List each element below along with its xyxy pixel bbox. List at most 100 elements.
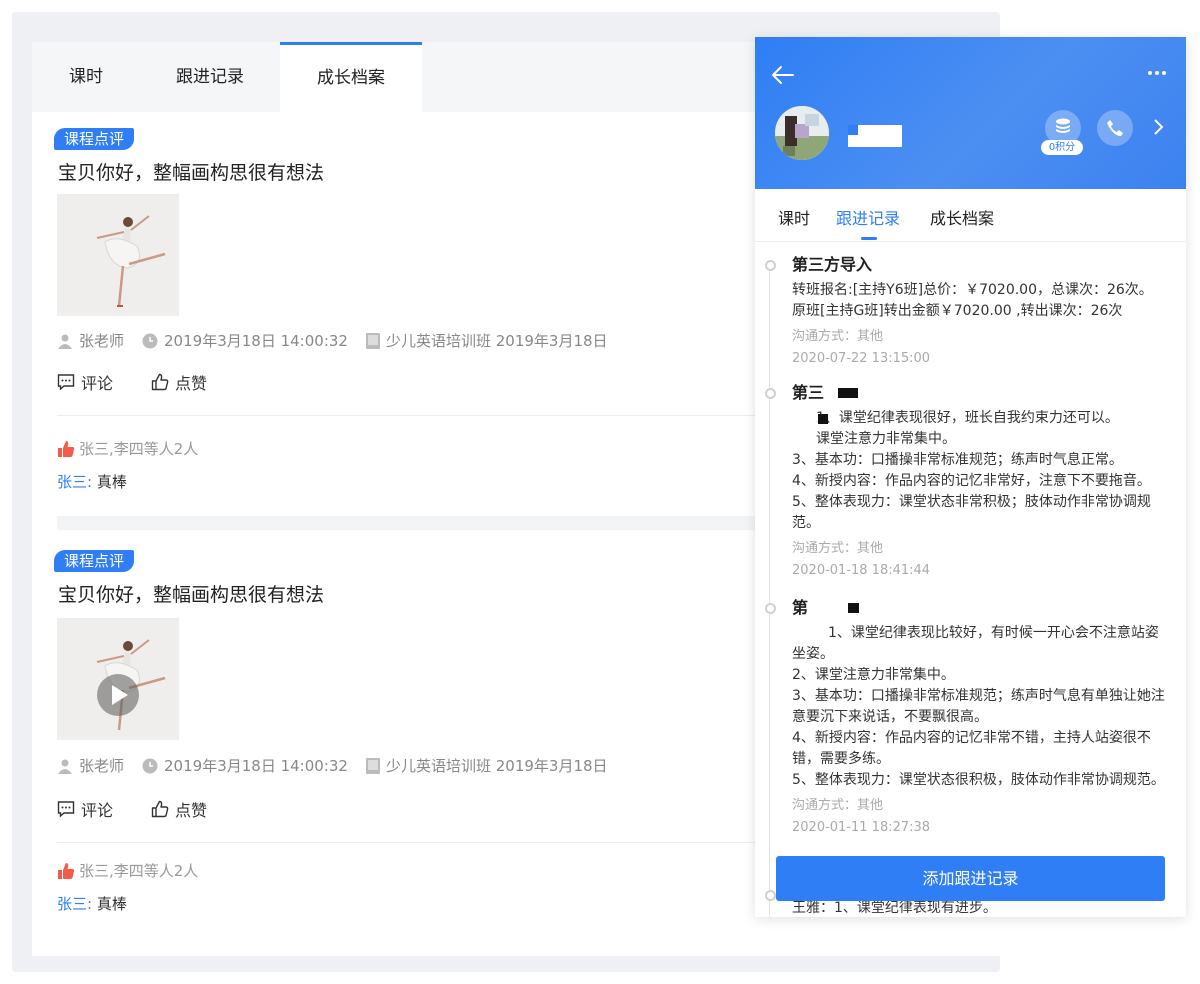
- comment-button[interactable]: 评论: [57, 797, 113, 821]
- entry-line: 2、课堂注意力非常集中。: [792, 667, 955, 683]
- course-review-badge: 课程点评: [54, 550, 135, 572]
- post-separator: [57, 516, 787, 530]
- call-button[interactable]: [1097, 110, 1133, 146]
- entry-line: 1、课堂纪律表现很好，班长自我约束力还可以。: [816, 410, 1119, 426]
- post-title: 宝贝你好，整幅画构思很有想法: [58, 584, 325, 606]
- post-meta: 张老师 2019年3月18日 14:00:32 少儿英语培训班 2019年3月1…: [57, 330, 608, 351]
- timeline-line: [769, 266, 770, 917]
- active-tab-indicator: [861, 237, 877, 240]
- thumbs-up-icon: [151, 373, 169, 391]
- comment-icon: [57, 374, 75, 391]
- post-photo[interactable]: [57, 194, 179, 316]
- comment-item: 张三: 真棒: [57, 893, 127, 914]
- phone-tab-follow-up[interactable]: 跟进记录: [836, 205, 900, 229]
- divider: [57, 415, 757, 416]
- author-name: 张老师: [79, 332, 125, 350]
- post-datetime: 2019年3月18日 14:00:32: [164, 757, 348, 775]
- clock-icon: [142, 758, 158, 773]
- clock-icon: [142, 333, 158, 348]
- chevron-right-icon[interactable]: [1152, 118, 1164, 136]
- post-actions: 评论 点赞: [57, 797, 245, 821]
- back-arrow-icon[interactable]: [771, 65, 795, 85]
- divider: [57, 842, 757, 843]
- entry-time: 2020-01-11 18:27:38: [792, 820, 931, 835]
- tab-growth-archive[interactable]: 成长档案: [280, 42, 422, 112]
- commenter-name[interactable]: 张三:: [57, 473, 92, 491]
- thumbs-up-icon: [151, 800, 169, 818]
- comment-item: 张三: 真棒: [57, 471, 127, 492]
- entry-body: 1、课堂纪律表现很好，班长自我约束力还可以。 课堂注意力非常集中。 3、基本功：…: [792, 408, 1170, 534]
- likes-text: 张三,李四等人2人: [79, 440, 199, 458]
- class-info: 少儿英语培训班 2019年3月18日: [385, 757, 608, 775]
- entry-channel: 沟通方式：其他: [792, 541, 884, 556]
- timeline-entry[interactable]: 第 1、课堂纪律表现比较好，有时候一开心会不注意站姿坐姿。 2、课堂注意力非常集…: [765, 597, 1170, 839]
- user-icon: [58, 334, 72, 349]
- entry-body: 1、课堂纪律表现比较好，有时候一开心会不注意站姿坐姿。 2、课堂注意力非常集中。…: [792, 623, 1170, 791]
- points-badge: 0积分: [1041, 140, 1083, 155]
- entry-line: 4、新授内容：作品内容的记忆非常好，注意下不要拖音。: [792, 473, 1151, 489]
- timeline-dot-icon: [765, 603, 776, 614]
- phone-tab-lessons[interactable]: 课时: [778, 205, 810, 229]
- post-datetime: 2019年3月18日 14:00:32: [164, 332, 348, 350]
- post-title: 宝贝你好，整幅画构思很有想法: [58, 162, 325, 184]
- entry-line: 3、基本功：口播操非常标准规范；练声时气息有单独让她注意要沉下来说话，不要飘很高…: [792, 688, 1165, 725]
- book-icon: [365, 757, 380, 774]
- like-button[interactable]: 点赞: [151, 797, 207, 821]
- more-icon[interactable]: [1147, 70, 1167, 76]
- entry-line: 4、新授内容：作品内容的记忆非常不错，主持人站姿很不错，需要多练。: [792, 730, 1151, 767]
- entry-channel: 沟通方式：其他: [792, 329, 884, 344]
- comment-button[interactable]: 评论: [57, 370, 113, 394]
- class-info: 少儿英语培训班 2019年3月18日: [385, 332, 608, 350]
- add-follow-up-button[interactable]: 添加跟进记录: [776, 856, 1165, 901]
- entry-line: 课堂注意力非常集中。: [816, 431, 956, 447]
- entry-time: 2020-01-18 18:41:44: [792, 563, 931, 578]
- phone-tab-bar: 课时 跟进记录 成长档案: [755, 189, 1186, 242]
- comment-text: 真棒: [96, 473, 127, 491]
- follow-up-timeline: 第三方导入 转班报名:[主持Y6班]总价：￥7020.00，总课次：26次。 原…: [755, 242, 1186, 917]
- avatar-image-icon: [775, 106, 829, 160]
- tab-lessons[interactable]: 课时: [32, 42, 140, 112]
- phone-tab-growth-archive[interactable]: 成长档案: [930, 205, 994, 229]
- likes-summary: 张三,李四等人2人: [57, 438, 198, 459]
- post-video-thumbnail[interactable]: [57, 618, 179, 740]
- ballet-photo-icon: [57, 194, 179, 316]
- post-card: 课程点评 宝贝你好，整幅画构思很有想法 张老师 2019年3月18日 14:00…: [54, 550, 774, 930]
- tab-follow-up[interactable]: 跟进记录: [142, 42, 278, 112]
- timeline-dot-icon: [765, 388, 776, 399]
- timeline-entry[interactable]: 第三方导入 转班报名:[主持Y6班]总价：￥7020.00，总课次：26次。 原…: [765, 254, 1170, 370]
- like-label: 点赞: [175, 374, 208, 393]
- liked-thumb-icon: [58, 440, 75, 457]
- author-name: 张老师: [79, 757, 125, 775]
- entry-title: 第三方导入: [792, 255, 873, 274]
- post-card: 课程点评 宝贝你好，整幅画构思很有想法 张老师 2019年3月18日 14:00…: [54, 128, 774, 508]
- like-button[interactable]: 点赞: [151, 370, 207, 394]
- ballet-video-icon: [57, 618, 179, 740]
- course-review-badge: 课程点评: [54, 128, 135, 150]
- entry-line: 转班报名:[主持Y6班]总价：￥7020.00，总课次：26次。: [792, 282, 1153, 298]
- likes-summary: 张三,李四等人2人: [57, 860, 198, 881]
- post-actions: 评论 点赞: [57, 370, 245, 394]
- book-icon: [365, 332, 380, 349]
- coins-icon: [1056, 118, 1070, 133]
- entry-time: 2020-07-22 13:15:00: [792, 351, 931, 366]
- entry-line: 1、课堂纪律表现比较好，有时候一开心会不注意站姿坐姿。: [792, 625, 1159, 662]
- timeline-entry[interactable]: 第三 1、课堂纪律表现很好，班长自我约束力还可以。 课堂注意力非常集中。 3、基…: [765, 382, 1170, 582]
- entry-line: 3、基本功：口播操非常标准规范；练声时气息正常。: [792, 452, 1123, 468]
- like-label: 点赞: [175, 801, 208, 820]
- phone-icon: [1107, 120, 1123, 136]
- student-header: 0积分: [755, 37, 1186, 189]
- likes-text: 张三,李四等人2人: [79, 862, 199, 880]
- commenter-name[interactable]: 张三:: [57, 895, 92, 913]
- avatar[interactable]: [775, 106, 829, 160]
- timeline-dot-icon: [765, 260, 776, 271]
- comment-icon: [57, 801, 75, 818]
- entry-line: 5、整体表现力：课堂状态很积极，肢体动作非常协调规范。: [792, 772, 1165, 788]
- comment-label: 评论: [81, 374, 114, 393]
- timeline-dot-icon: [765, 890, 776, 901]
- entry-line: 5、整体表现力：课堂状态非常积极；肢体动作非常协调规范。: [792, 494, 1151, 531]
- user-icon: [58, 759, 72, 774]
- comment-text: 真棒: [96, 895, 127, 913]
- student-detail-phone: 0积分 课时 跟进记录 成长档案 第三方导入 转班报名:[主持Y6班]总价：￥7…: [755, 37, 1186, 917]
- post-meta: 张老师 2019年3月18日 14:00:32 少儿英语培训班 2019年3月1…: [57, 755, 608, 776]
- entry-channel: 沟通方式：其他: [792, 798, 884, 813]
